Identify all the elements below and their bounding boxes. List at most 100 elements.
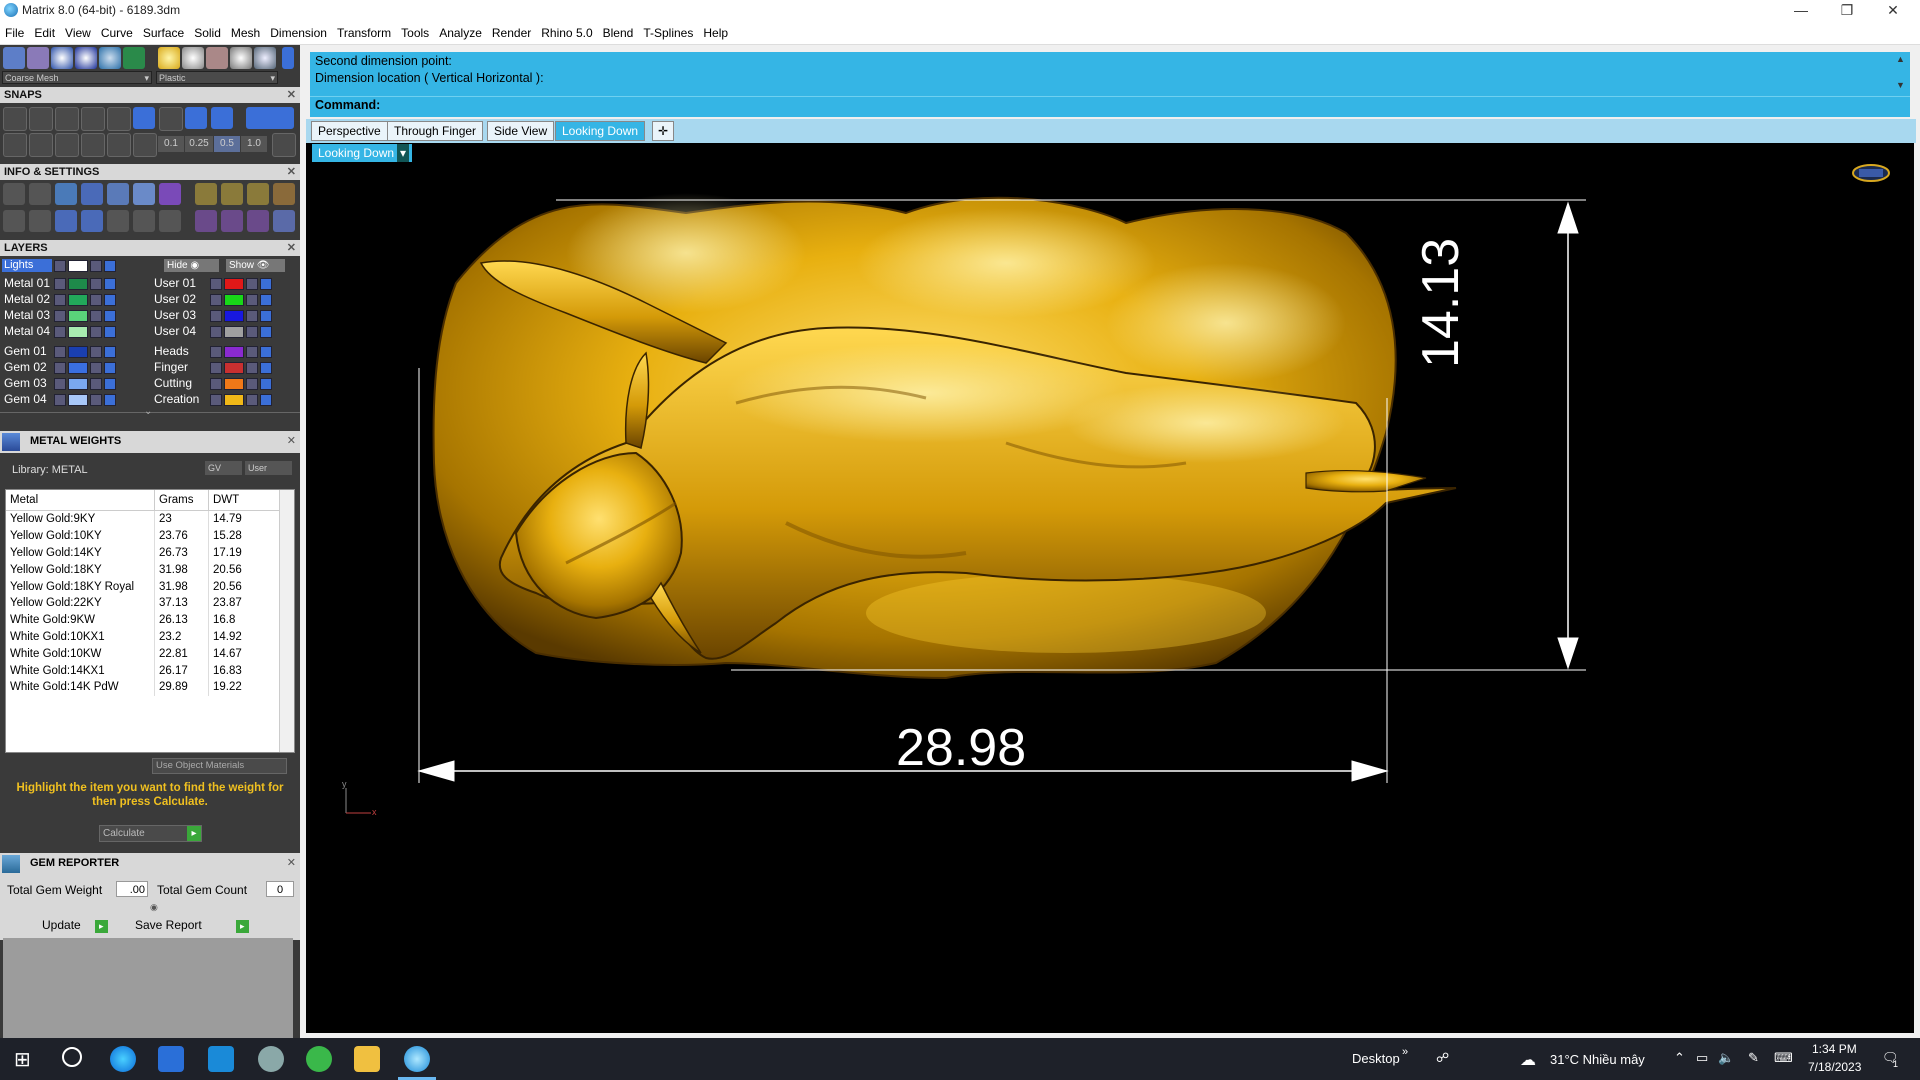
view-navigation-widget[interactable] xyxy=(1852,164,1890,182)
store-icon[interactable] xyxy=(158,1046,184,1072)
snap-value-1[interactable]: 0.25 xyxy=(185,136,213,152)
command-input[interactable] xyxy=(390,98,1890,114)
layer-color-swatch[interactable] xyxy=(224,362,244,374)
pen-icon[interactable]: ✎ xyxy=(1748,1050,1759,1066)
table-row[interactable]: White Gold:14K PdW 29.89 19.22 xyxy=(6,678,281,696)
expand-arrow-icon[interactable] xyxy=(210,310,222,322)
calculate-button[interactable]: Calculate ▸ xyxy=(99,825,202,842)
figure-icon[interactable] xyxy=(195,210,217,232)
layer-gem-02[interactable]: Gem 02 xyxy=(4,360,47,374)
planar-icon[interactable] xyxy=(29,133,53,157)
user-toggle[interactable]: User xyxy=(245,461,292,475)
keyboard-icon[interactable]: ⌨ xyxy=(1774,1050,1793,1066)
lock-icon[interactable] xyxy=(246,346,258,358)
mesh-quality-select[interactable]: Coarse Mesh xyxy=(2,71,152,85)
menu-curve[interactable]: Curve xyxy=(96,22,138,44)
lock-icon[interactable] xyxy=(90,378,102,390)
snap-near-icon[interactable] xyxy=(29,107,53,131)
cylinder-icon[interactable] xyxy=(81,210,103,232)
lock-icon[interactable] xyxy=(90,326,102,338)
visibility-icon[interactable] xyxy=(260,326,272,338)
layer-color-swatch[interactable] xyxy=(68,310,88,322)
edit-icon[interactable] xyxy=(133,183,155,205)
silver-material-icon[interactable] xyxy=(182,47,204,69)
monitor-icon[interactable] xyxy=(29,210,51,232)
diamond-icon[interactable] xyxy=(107,133,131,157)
expand-arrow-icon[interactable] xyxy=(210,362,222,374)
close-icon[interactable]: ✕ xyxy=(287,87,296,103)
snap-circle-icon[interactable] xyxy=(159,107,183,131)
snap-value-3[interactable]: 1.0 xyxy=(241,136,267,152)
layer-finger[interactable]: Finger xyxy=(154,360,188,374)
menu-file[interactable]: File xyxy=(0,22,29,44)
visibility-icon[interactable] xyxy=(260,310,272,322)
expand-arrow-icon[interactable] xyxy=(54,278,66,290)
layer-color-swatch[interactable] xyxy=(68,326,88,338)
table-row[interactable]: White Gold:14KX1 26.17 16.83 xyxy=(6,662,281,679)
layer-user-03[interactable]: User 03 xyxy=(154,308,196,322)
collapse-dot-icon[interactable]: ◉ xyxy=(150,902,158,913)
layer-color-swatch[interactable] xyxy=(68,294,88,306)
visibility-icon[interactable] xyxy=(260,378,272,390)
close-icon[interactable]: ✕ xyxy=(287,434,296,447)
document-icon[interactable] xyxy=(159,210,181,232)
gv-toggle[interactable]: GV xyxy=(205,461,242,475)
layer-color-swatch[interactable] xyxy=(224,294,244,306)
render-window-icon[interactable] xyxy=(123,47,145,69)
snap-perp-icon[interactable] xyxy=(185,107,207,129)
menu-analyze[interactable]: Analyze xyxy=(434,22,487,44)
lock-icon[interactable] xyxy=(246,394,258,406)
scroll-down-icon[interactable]: ▼ xyxy=(1896,80,1905,90)
copy-icon[interactable] xyxy=(221,183,243,205)
layer-color-swatch[interactable] xyxy=(68,278,88,290)
prong-icon[interactable] xyxy=(247,210,269,232)
table-row[interactable]: Yellow Gold:18KY 31.98 20.56 xyxy=(6,561,281,579)
layers-stack-icon[interactable] xyxy=(55,183,77,205)
close-icon[interactable]: ✕ xyxy=(287,240,296,256)
col-metal[interactable]: Metal xyxy=(6,490,155,511)
tab-side-view[interactable]: Side View xyxy=(487,121,555,141)
menu-edit[interactable]: Edit xyxy=(29,22,60,44)
expand-arrow-icon[interactable] xyxy=(54,294,66,306)
rhino-icon[interactable] xyxy=(258,1046,284,1072)
desktop-toolbar[interactable]: Desktop xyxy=(1352,1051,1400,1066)
snap-value-0[interactable]: 0.1 xyxy=(158,136,184,152)
visibility-icon[interactable] xyxy=(104,378,116,390)
visibility-icon[interactable] xyxy=(260,394,272,406)
snap-point-icon[interactable] xyxy=(55,107,79,131)
platinum-material-icon[interactable] xyxy=(230,47,252,69)
expand-arrow-icon[interactable] xyxy=(210,346,222,358)
lock-icon[interactable] xyxy=(246,278,258,290)
sphere-env-icon[interactable] xyxy=(99,47,121,69)
visibility-icon[interactable] xyxy=(260,278,272,290)
lock-icon[interactable] xyxy=(246,326,258,338)
table-row[interactable]: White Gold:9KW 26.13 16.8 xyxy=(6,611,281,629)
layer-cutting[interactable]: Cutting xyxy=(154,376,192,390)
table-row[interactable]: Yellow Gold:22KY 37.13 23.87 xyxy=(6,594,281,612)
tab-through-finger[interactable]: Through Finger xyxy=(387,121,484,141)
snap-value-2[interactable]: 0.5 xyxy=(214,136,240,152)
menu-view[interactable]: View xyxy=(60,22,96,44)
export-icon[interactable] xyxy=(273,183,295,205)
lock-icon[interactable] xyxy=(246,294,258,306)
visibility-icon[interactable] xyxy=(104,294,116,306)
snap-cen-icon[interactable] xyxy=(107,107,131,131)
sphere-shaded-icon[interactable] xyxy=(51,47,73,69)
material-select[interactable]: Plastic xyxy=(156,71,278,85)
gem-material-icon[interactable] xyxy=(254,47,276,69)
lock-icon[interactable] xyxy=(90,278,102,290)
table-row[interactable]: Yellow Gold:10KY 23.76 15.28 xyxy=(6,527,281,545)
volume-icon[interactable]: 🔈 xyxy=(1718,1050,1734,1066)
use-object-materials-checkbox[interactable]: Use Object Materials xyxy=(152,758,287,774)
lock-icon[interactable] xyxy=(90,260,102,272)
lock-icon[interactable] xyxy=(90,294,102,306)
grid-view-icon[interactable] xyxy=(3,47,25,69)
menu-transform[interactable]: Transform xyxy=(332,22,396,44)
search-icon[interactable] xyxy=(62,1047,82,1067)
weather-icon[interactable]: ☁ xyxy=(1520,1050,1536,1070)
box-icon[interactable] xyxy=(81,183,103,205)
expand-arrow-icon[interactable] xyxy=(210,326,222,338)
snap-tan-icon[interactable] xyxy=(211,107,233,129)
edge-browser-icon[interactable] xyxy=(110,1046,136,1072)
menu-tsplines[interactable]: T-Splines xyxy=(638,22,698,44)
